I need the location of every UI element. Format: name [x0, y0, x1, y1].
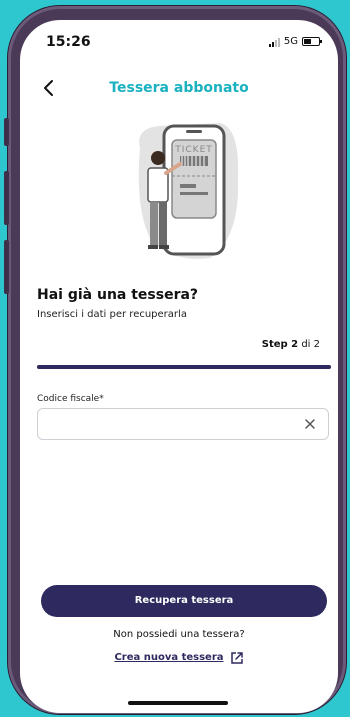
status-indicators: 5G [268, 36, 322, 47]
ticket-label: TICKET [174, 145, 213, 155]
codice-fiscale-input[interactable] [46, 415, 290, 435]
progress-bar [37, 365, 331, 369]
mute-switch [4, 118, 9, 146]
network-label: 5G [283, 36, 298, 47]
battery-icon [302, 37, 322, 46]
step-current: Step 2 [261, 339, 299, 350]
status-bar: 15:26 5G [20, 20, 338, 60]
external-link-icon[interactable] [230, 650, 244, 664]
section-heading: Hai già una tessera? [37, 287, 199, 303]
home-indicator[interactable] [128, 701, 228, 705]
recupera-tessera-button[interactable]: Recupera tessera [41, 585, 327, 617]
codice-fiscale-label: Codice fiscale* [37, 394, 104, 404]
signal-icon [268, 37, 280, 47]
create-card-row: Crea nuova tessera [20, 650, 338, 664]
volume-up-button [4, 171, 9, 225]
codice-fiscale-field[interactable] [37, 408, 329, 440]
section-subtitle: Inserisci i dati per recuperarla [37, 309, 187, 320]
step-indicator: Step 2 di 2 [262, 339, 320, 350]
page-title: Tessera abbonato [109, 80, 249, 96]
volume-down-button [4, 240, 9, 294]
crea-nuova-tessera-link[interactable]: Crea nuova tessera [114, 652, 223, 663]
no-card-text: Non possiedi una tessera? [113, 629, 245, 640]
progress-fill [37, 365, 331, 369]
ticket-illustration: TICKET [130, 118, 240, 266]
status-time: 15:26 [46, 34, 91, 50]
step-total: di 2 [301, 339, 320, 350]
nav-header: Tessera abbonato [20, 78, 338, 108]
app-screen: 15:26 5G Tessera abbonato TICKET Hai già… [20, 20, 338, 713]
close-icon[interactable] [302, 416, 318, 432]
